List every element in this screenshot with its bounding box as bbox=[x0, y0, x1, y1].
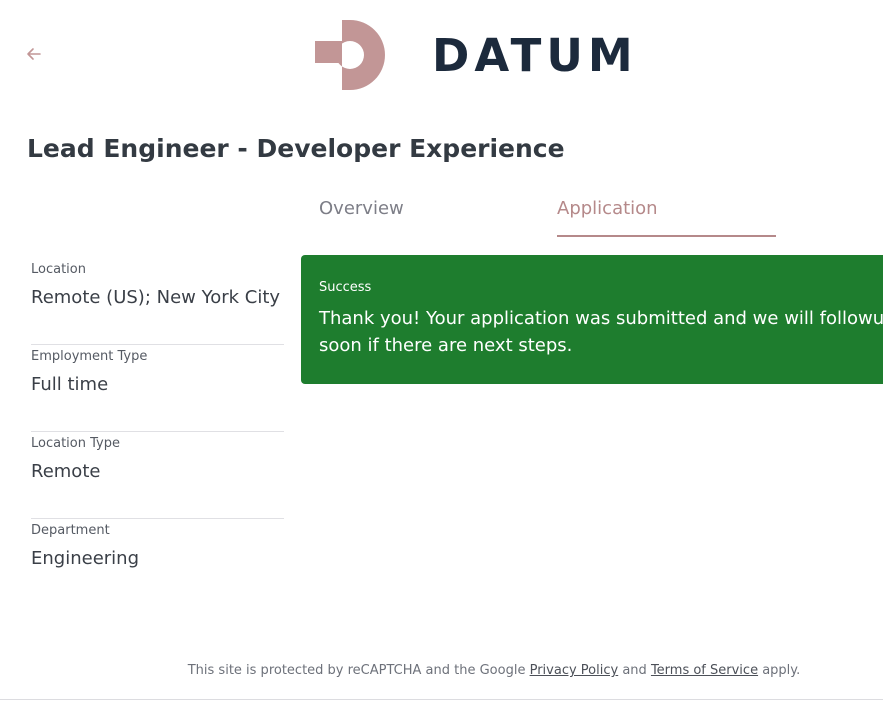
tab-application[interactable]: Application bbox=[557, 196, 658, 222]
recaptcha-notice: This site is protected by reCAPTCHA and … bbox=[0, 662, 883, 680]
detail-value: Remote (US); New York City bbox=[31, 287, 281, 308]
detail-value: Full time bbox=[31, 374, 109, 395]
brand-logo[interactable] bbox=[314, 19, 386, 91]
location-detail: Location Remote (US); New York City bbox=[31, 258, 284, 344]
divider bbox=[0, 699, 883, 700]
alert-title: Success bbox=[319, 280, 372, 295]
location-type-detail: Location Type Remote bbox=[31, 432, 284, 518]
back-arrow-icon[interactable] bbox=[24, 44, 44, 64]
alert-message: Thank you! Your application was submitte… bbox=[319, 308, 883, 356]
department-detail: Department Engineering bbox=[31, 519, 284, 605]
success-alert: Success Thank you! Your application was … bbox=[301, 255, 883, 384]
brand-wordmark: DATUM bbox=[432, 29, 638, 82]
detail-value: Engineering bbox=[31, 548, 139, 569]
job-application-page: DATUM Lead Engineer - Developer Experien… bbox=[0, 0, 883, 702]
footer-text: This site is protected by reCAPTCHA and … bbox=[187, 663, 530, 678]
detail-label: Location Type bbox=[31, 436, 120, 451]
active-tab-indicator bbox=[557, 235, 776, 237]
job-title: Lead Engineer - Developer Experience bbox=[27, 134, 565, 163]
detail-label: Location bbox=[31, 262, 86, 277]
detail-label: Department bbox=[31, 523, 110, 538]
datum-logo-icon bbox=[315, 20, 385, 90]
job-details-sidebar: Location Remote (US); New York City Empl… bbox=[31, 258, 284, 605]
tab-overview[interactable]: Overview bbox=[319, 196, 404, 222]
terms-of-service-link[interactable]: Terms of Service bbox=[651, 663, 758, 678]
detail-label: Employment Type bbox=[31, 349, 148, 364]
footer-text: apply. bbox=[758, 663, 801, 678]
detail-value: Remote bbox=[31, 461, 101, 482]
footer-text: and bbox=[618, 663, 651, 678]
privacy-policy-link[interactable]: Privacy Policy bbox=[530, 663, 619, 678]
employment-type-detail: Employment Type Full time bbox=[31, 345, 284, 431]
